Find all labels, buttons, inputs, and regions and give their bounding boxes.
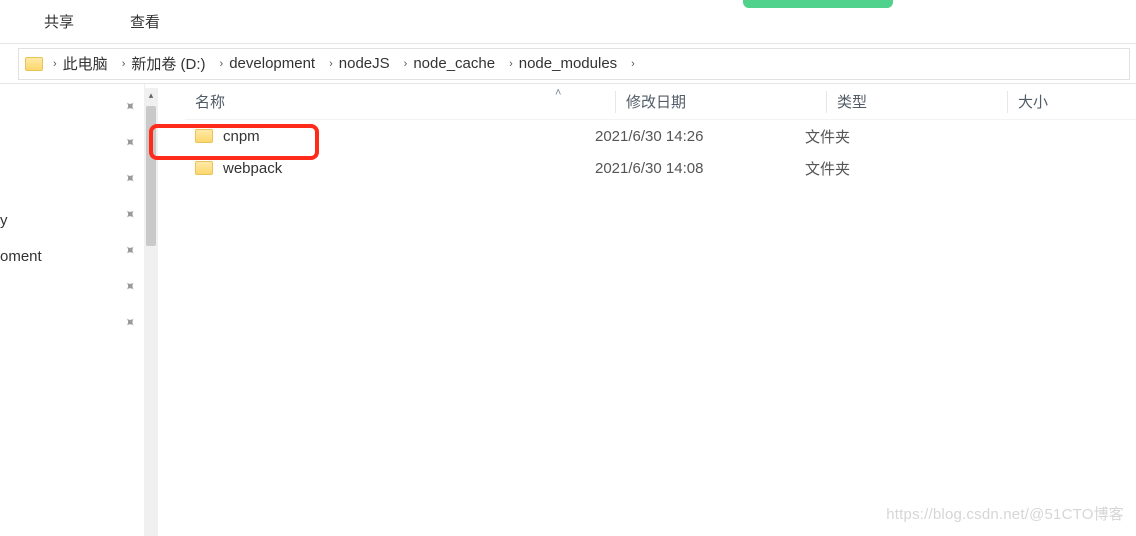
- chevron-right-icon: ›: [325, 58, 337, 70]
- chevron-right-icon: ›: [505, 58, 517, 70]
- header-label: 名称: [195, 91, 225, 112]
- crumb-label: node_cache: [413, 55, 495, 72]
- crumb-node-modules[interactable]: › node_modules: [501, 55, 621, 72]
- file-type: 文件夹: [805, 158, 985, 179]
- crumb-trailing[interactable]: ›: [623, 58, 643, 70]
- file-row[interactable]: cnpm 2021/6/30 14:26 文件夹: [185, 120, 1136, 152]
- file-row[interactable]: webpack 2021/6/30 14:08 文件夹: [185, 152, 1136, 184]
- crumb-label: development: [229, 55, 315, 72]
- file-type: 文件夹: [805, 126, 985, 147]
- nav-item-fragment[interactable]: y: [0, 212, 8, 229]
- sort-indicator-icon: ˄: [555, 87, 561, 99]
- header-label: 修改日期: [616, 94, 686, 111]
- tab-share[interactable]: 共享: [30, 5, 88, 38]
- chevron-right-icon: ›: [49, 58, 61, 70]
- chevron-right-icon: ›: [400, 58, 412, 70]
- pin-icon: ✦: [120, 204, 140, 224]
- header-label: 类型: [827, 94, 867, 111]
- chevron-right-icon: ›: [118, 58, 130, 70]
- address-bar[interactable]: › 此电脑 › 新加卷 (D:) › development › nodeJS …: [18, 48, 1130, 80]
- crumb-label: nodeJS: [339, 55, 390, 72]
- crumb-this-pc[interactable]: › 此电脑: [45, 53, 112, 74]
- pin-icon: ✦: [120, 132, 140, 152]
- pin-icon: ✦: [120, 168, 140, 188]
- crumb-drive-d[interactable]: › 新加卷 (D:): [114, 53, 210, 74]
- chevron-right-icon: ›: [627, 58, 639, 70]
- crumb-development[interactable]: › development: [212, 55, 320, 72]
- folder-icon: [195, 129, 213, 143]
- crumb-label: 此电脑: [63, 53, 108, 74]
- header-date[interactable]: 修改日期: [616, 91, 826, 112]
- crumb-label: node_modules: [519, 55, 617, 72]
- header-label: 大小: [1008, 94, 1048, 111]
- chevron-right-icon: ›: [216, 58, 228, 70]
- file-name: cnpm: [223, 128, 260, 145]
- watermark-text: https://blog.csdn.net/@51CTO博客: [886, 503, 1124, 524]
- main-area: ✦ ✦ ✦ ✦ ✦ ✦ ✦ y oment ▴ ˄ 名称 修改日期 类型 大小 …: [0, 84, 1136, 532]
- header-type[interactable]: 类型: [827, 91, 1007, 112]
- folder-icon: [195, 161, 213, 175]
- pin-icon: ✦: [120, 96, 140, 116]
- pin-icon: ✦: [120, 312, 140, 332]
- ribbon-tabs: 共享 查看: [0, 0, 1136, 44]
- header-size[interactable]: 大小: [1008, 91, 1136, 112]
- address-row: › 此电脑 › 新加卷 (D:) › development › nodeJS …: [0, 44, 1136, 84]
- crumb-label: 新加卷 (D:): [131, 53, 205, 74]
- crumb-node-cache[interactable]: › node_cache: [396, 55, 499, 72]
- file-date: 2021/6/30 14:26: [595, 128, 805, 145]
- column-headers: 名称 修改日期 类型 大小: [185, 84, 1136, 120]
- file-list: ˄ 名称 修改日期 类型 大小 cnpm 2021/6/30 14:26 文件夹…: [145, 84, 1136, 532]
- nav-pane-fragment: ✦ ✦ ✦ ✦ ✦ ✦ ✦ y oment ▴: [0, 84, 145, 532]
- file-date: 2021/6/30 14:08: [595, 160, 805, 177]
- pin-icon: ✦: [120, 240, 140, 260]
- crumb-nodejs[interactable]: › nodeJS: [321, 55, 394, 72]
- header-name[interactable]: 名称: [185, 91, 615, 112]
- folder-icon: [25, 57, 43, 71]
- green-dropdown-fragment: [743, 0, 893, 8]
- file-name: webpack: [223, 160, 282, 177]
- pin-icon: ✦: [120, 276, 140, 296]
- nav-item-fragment[interactable]: oment: [0, 248, 42, 265]
- tab-view[interactable]: 查看: [116, 5, 174, 38]
